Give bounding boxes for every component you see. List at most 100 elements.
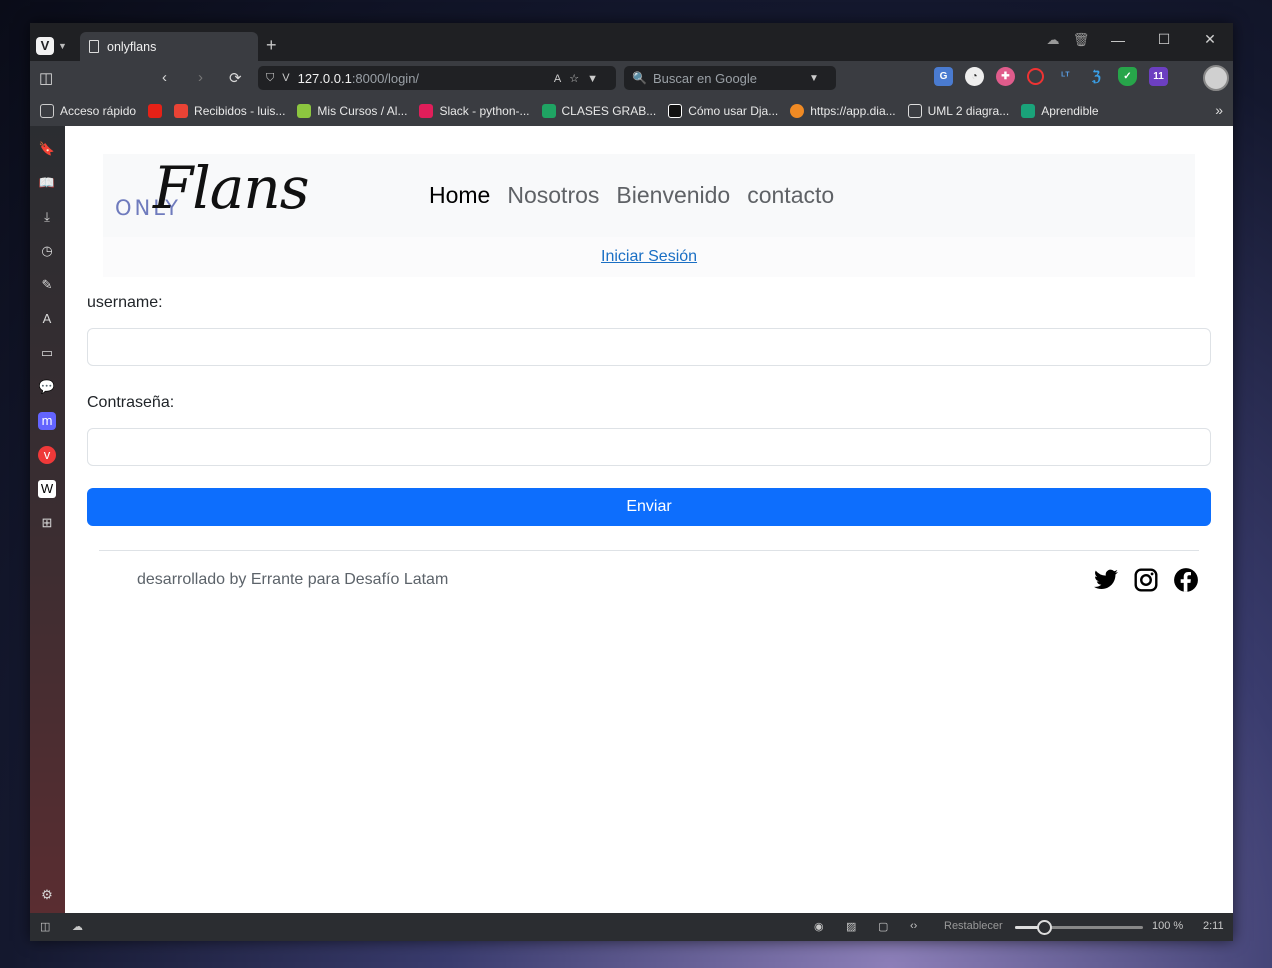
downloads-icon[interactable]: ⤓ — [38, 208, 56, 226]
youtube-icon — [148, 103, 163, 118]
clock: 2:11 — [1203, 920, 1224, 932]
shield-icon[interactable]: ⛉ — [266, 72, 274, 85]
extension-badge-icon[interactable]: 11 — [1149, 67, 1168, 86]
search-icon: 🔍 — [632, 71, 647, 85]
tab-onlyflans[interactable]: onlyflans — [80, 32, 258, 61]
login-link[interactable]: Iniciar Sesión — [601, 248, 697, 266]
bookmark-item[interactable]: Recibidos - luis... — [174, 103, 285, 118]
extension-icon[interactable]: ◔ — [965, 67, 984, 86]
forward-icon[interactable]: › — [198, 69, 203, 86]
profile-avatar[interactable] — [1203, 65, 1229, 91]
back-icon[interactable]: ‹ — [162, 69, 167, 86]
maximize-button[interactable]: ☐ — [1141, 31, 1187, 48]
site-footer: desarrollado by Errante para Desafío Lat… — [99, 550, 1199, 610]
vivaldi-menu-button[interactable]: V ▼ — [36, 37, 68, 55]
bookmark-item[interactable]: CLASES GRAB... — [541, 103, 656, 118]
bookmarks-bar: Acceso rápido Recibidos - luis... Mis Cu… — [30, 95, 1233, 126]
bookmark-item[interactable]: Acceso rápido — [40, 103, 136, 118]
extension-icon[interactable]: ᴸᵀ — [1056, 67, 1075, 86]
cloud-sync-icon[interactable]: ☁ — [1039, 32, 1067, 48]
capture-camera-icon[interactable]: ◉ — [814, 920, 824, 933]
aprendible-icon — [1021, 103, 1036, 118]
settings-gear-icon[interactable]: ⚙ — [38, 886, 56, 904]
new-tab-button[interactable]: + — [266, 35, 277, 56]
extension-icon[interactable]: ✚ — [996, 67, 1015, 86]
status-bar: ◫ ☁ ◉ ▨ ▢ ‹› Restablecer 100 % 2:11 — [30, 913, 1233, 941]
panel-toggle-status-icon[interactable]: ◫ — [40, 920, 50, 933]
login-form: username: Contraseña: — [87, 294, 1211, 494]
bookmark-item[interactable]: Slack - python-... — [419, 103, 530, 118]
extensions: G ◔ ✚ ᴸᵀ ℨ ✓ 11 — [934, 67, 1168, 86]
address-bar: ◫ ‹ › ⟳ ⛉ V 127.0.0.1:8000/login/ A☆▼ 🔍 … — [30, 61, 1233, 95]
close-button[interactable]: ✕ — [1187, 31, 1233, 48]
tiling-icon[interactable]: ▢ — [878, 920, 888, 933]
page-actions-icon[interactable]: ‹› — [910, 920, 917, 932]
nav-home[interactable]: Home — [429, 182, 490, 209]
login-bar: Iniciar Sesión — [103, 237, 1195, 277]
extension-icon[interactable]: ℨ — [1087, 67, 1106, 86]
gmail-icon — [174, 103, 189, 118]
wikipedia-icon[interactable]: W — [38, 480, 56, 498]
speed-dial-icon — [40, 103, 54, 118]
chat-icon[interactable]: 💬 — [38, 378, 56, 396]
social-links — [1093, 567, 1199, 593]
zoom-reset-button[interactable]: Restablecer — [944, 920, 1003, 932]
url-text[interactable]: 127.0.0.1:8000/login/ — [298, 71, 419, 86]
twitter-icon[interactable] — [1093, 567, 1119, 593]
zoom-slider-handle[interactable] — [1037, 920, 1052, 935]
submit-button[interactable]: Enviar — [87, 488, 1211, 526]
image-toggle-icon[interactable]: ▨ — [846, 920, 856, 933]
facebook-icon[interactable] — [1173, 567, 1199, 593]
username-label: username: — [87, 294, 163, 311]
nav-nosotros[interactable]: Nosotros — [507, 182, 599, 209]
adblock-shield-icon[interactable]: ✓ — [1118, 67, 1137, 86]
bookmarks-panel-icon[interactable]: 🔖 — [38, 140, 56, 158]
vivaldi-icon[interactable]: v — [38, 446, 56, 464]
history-icon[interactable]: ◷ — [38, 242, 56, 260]
nav-contacto[interactable]: contacto — [747, 182, 834, 209]
window-controls: ☁ 🗑 — ☐ ✕ — [1039, 31, 1233, 48]
bookmark-item[interactable]: https://app.dia... — [790, 103, 896, 118]
bookmark-item[interactable]: UML 2 diagra... — [907, 103, 1009, 118]
instagram-icon[interactable] — [1133, 567, 1159, 593]
bookmark-item[interactable]: Aprendible — [1021, 103, 1099, 118]
more-bookmarks-icon[interactable]: » — [1215, 102, 1223, 118]
search-field[interactable]: 🔍 ▼ — [624, 66, 836, 90]
nav-bienvenido[interactable]: Bienvenido — [616, 182, 730, 209]
reading-list-icon[interactable]: 📖 — [38, 174, 56, 192]
zoom-slider-fill — [1015, 926, 1039, 929]
add-panel-icon[interactable]: ⊞ — [38, 514, 56, 532]
bookmark-item[interactable]: Cómo usar Dja... — [668, 103, 778, 118]
reload-icon[interactable]: ⟳ — [229, 69, 242, 87]
zoom-slider[interactable] — [1015, 920, 1143, 935]
translate-bookmark-icons[interactable]: A☆▼ — [554, 72, 606, 85]
trash-icon[interactable]: 🗑 — [1067, 32, 1095, 48]
translate-icon[interactable]: A — [38, 310, 56, 328]
side-panel: 🔖 📖 ⤓ ◷ ✎ A ▭ 💬 m v W ⊞ ⚙ — [30, 126, 65, 913]
translate-extension-icon[interactable]: G — [934, 67, 953, 86]
mastodon-icon[interactable]: m — [38, 412, 56, 430]
url-field[interactable]: ⛉ V 127.0.0.1:8000/login/ A☆▼ — [258, 66, 616, 90]
main-nav: Home Nosotros Bienvenido contacto — [429, 182, 834, 209]
bookmark-item[interactable] — [148, 103, 163, 118]
panel-toggle-icon[interactable]: ◫ — [39, 69, 53, 87]
search-input[interactable] — [652, 70, 803, 86]
sync-cloud-icon[interactable]: ☁ — [72, 920, 83, 933]
dev-icon — [668, 103, 683, 118]
username-input[interactable] — [87, 328, 1211, 366]
courses-icon — [297, 103, 312, 118]
search-engine-dropdown-icon[interactable]: ▼ — [809, 73, 819, 84]
slack-icon — [419, 103, 434, 118]
window-panel-icon[interactable]: ▭ — [38, 344, 56, 362]
minimize-button[interactable]: — — [1095, 32, 1141, 48]
opera-extension-icon[interactable] — [1027, 68, 1044, 85]
bookmark-item[interactable]: Mis Cursos / Al... — [297, 103, 407, 118]
page-viewport: ONLY Flans Home Nosotros Bienvenido cont… — [65, 126, 1233, 913]
site-logo[interactable]: ONLY Flans — [115, 154, 325, 222]
diagrams-icon — [790, 103, 805, 118]
password-input[interactable] — [87, 428, 1211, 466]
notes-icon[interactable]: ✎ — [38, 276, 56, 294]
password-label: Contraseña: — [87, 394, 175, 411]
zoom-level: 100 % — [1152, 920, 1184, 932]
vivaldi-logo-icon: V — [36, 37, 54, 55]
